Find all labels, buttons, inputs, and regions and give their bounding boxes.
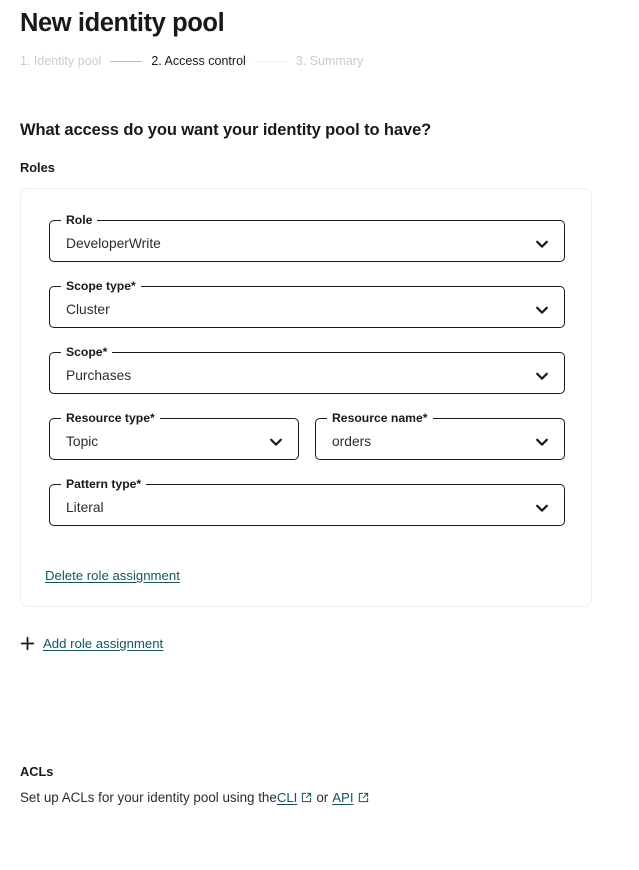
scope-select[interactable]: Scope* Purchases [49, 346, 565, 394]
acls-text-prefix: Set up ACLs for your identity pool using… [20, 790, 277, 805]
step-summary[interactable]: 3. Summary [296, 55, 363, 68]
api-link[interactable]: API [332, 790, 353, 805]
cli-link-group[interactable]: CLI [277, 790, 313, 805]
field-role: Role DeveloperWrite [49, 214, 565, 262]
chevron-down-icon[interactable] [268, 424, 284, 459]
role-select[interactable]: Role DeveloperWrite [49, 214, 565, 262]
resource-name-select-value: orders [332, 434, 372, 450]
acls-separator: or [316, 790, 329, 805]
scope-select-label: Scope* [66, 345, 108, 359]
roles-label: Roles [20, 160, 55, 175]
resource-row: Resource type* Topic Resource name* orde… [49, 412, 565, 460]
field-pattern-type: Pattern type* Literal [49, 478, 565, 526]
resource-type-select-value: Topic [66, 434, 99, 450]
step-connector-2 [254, 60, 287, 62]
cli-link[interactable]: CLI [277, 790, 298, 805]
step-access-control[interactable]: 2. Access control [151, 55, 246, 68]
chevron-down-icon[interactable] [534, 490, 550, 525]
role-fields: Role DeveloperWrite Scope type* Cluster [49, 214, 565, 526]
external-link-icon [302, 792, 312, 803]
pattern-type-select-label: Pattern type* [66, 477, 142, 491]
scope-type-select[interactable]: Scope type* Cluster [49, 280, 565, 328]
chevron-down-icon[interactable] [534, 358, 550, 393]
chevron-down-icon[interactable] [534, 226, 550, 261]
api-link-group[interactable]: API [332, 790, 368, 805]
acls-title: ACLs [20, 764, 54, 779]
scope-type-select-label: Scope type* [66, 279, 136, 293]
step-identity-pool[interactable]: 1. Identity pool [20, 55, 101, 68]
chevron-down-icon[interactable] [534, 292, 550, 327]
add-role-assignment-button[interactable]: Add role assignment [20, 636, 163, 651]
field-resource-name: Resource name* orders [315, 412, 565, 460]
wizard-stepper: 1. Identity pool 2. Access control 3. Su… [20, 55, 363, 68]
role-assignment-card: Role DeveloperWrite Scope type* Cluster [20, 188, 592, 607]
add-role-assignment-label[interactable]: Add role assignment [43, 636, 163, 651]
pattern-type-select[interactable]: Pattern type* Literal [49, 478, 565, 526]
scope-select-value: Purchases [66, 368, 132, 384]
external-link-icon [358, 792, 368, 803]
field-scope: Scope* Purchases [49, 346, 565, 394]
pattern-type-select-value: Literal [66, 500, 104, 516]
field-scope-type: Scope type* Cluster [49, 280, 565, 328]
role-select-value: DeveloperWrite [66, 236, 161, 252]
resource-name-select-label: Resource name* [332, 411, 428, 425]
step-connector-1 [110, 60, 143, 62]
resource-type-select-label: Resource type* [66, 411, 155, 425]
delete-role-assignment-wrap: Delete role assignment [45, 567, 180, 585]
section-question: What access do you want your identity po… [20, 121, 432, 139]
resource-name-select[interactable]: Resource name* orders [315, 412, 565, 460]
plus-icon [20, 636, 35, 651]
scope-type-select-value: Cluster [66, 302, 110, 318]
acls-description: Set up ACLs for your identity pool using… [20, 790, 369, 805]
role-select-label: Role [66, 213, 93, 227]
field-resource-type: Resource type* Topic [49, 412, 299, 460]
delete-role-assignment-link[interactable]: Delete role assignment [45, 568, 180, 583]
page-title: New identity pool [20, 9, 225, 37]
resource-type-select[interactable]: Resource type* Topic [49, 412, 299, 460]
chevron-down-icon[interactable] [534, 424, 550, 459]
